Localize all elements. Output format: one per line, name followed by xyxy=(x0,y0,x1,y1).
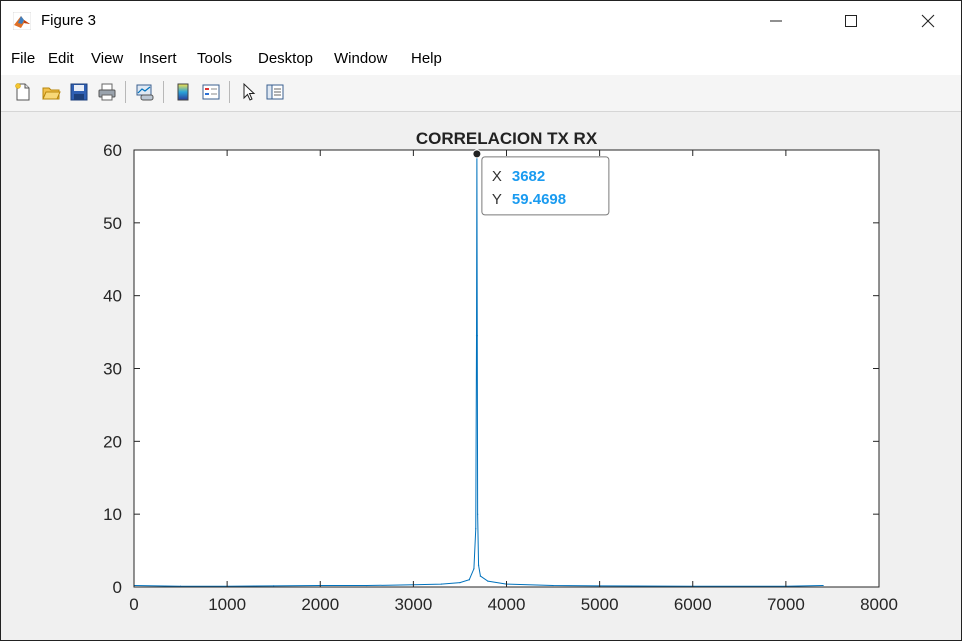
plot-canvas[interactable]: 0 1000 2000 3000 4000 5000 6000 7000 8000 0 10 20 30… xyxy=(1,112,961,640)
y-tick-label: 60 xyxy=(103,141,122,160)
insert-legend-icon xyxy=(202,84,220,100)
data-point xyxy=(273,585,275,587)
data-point xyxy=(552,584,554,587)
data-tip[interactable]: X 3682 Y 59.4698 xyxy=(472,149,610,216)
figure-toolbar xyxy=(1,75,961,112)
edit-plot-arrow-icon xyxy=(243,82,256,101)
figure-canvas[interactable]: 0 1000 2000 3000 4000 5000 6000 7000 8000 0 10 20 30… xyxy=(1,112,961,640)
x-tick-label: 5000 xyxy=(581,595,619,614)
x-tick-label: 3000 xyxy=(394,595,432,614)
x-tick-label: 7000 xyxy=(767,595,805,614)
open-file-icon xyxy=(42,87,61,100)
menu-desktop[interactable]: Desktop xyxy=(258,50,313,67)
property-inspector-button[interactable] xyxy=(263,80,287,104)
insert-legend-button[interactable] xyxy=(199,80,223,104)
y-tick-label: 20 xyxy=(103,432,122,451)
axes-background[interactable] xyxy=(134,150,879,587)
minimize-icon xyxy=(770,20,782,22)
maximize-icon xyxy=(845,15,857,27)
data-point xyxy=(475,528,477,530)
data-point xyxy=(477,513,479,515)
y-tick-label: 40 xyxy=(103,287,122,306)
data-point xyxy=(487,580,489,582)
x-tick-label: 4000 xyxy=(488,595,526,614)
data-tip-y-label: Y xyxy=(492,191,502,208)
menu-edit[interactable]: Edit xyxy=(48,50,74,67)
menu-insert[interactable]: Insert xyxy=(139,50,177,67)
data-point xyxy=(479,575,482,577)
save-icon xyxy=(70,83,88,101)
new-figure-button[interactable] xyxy=(11,80,35,104)
y-tick-label: 0 xyxy=(113,578,122,597)
menu-window[interactable]: Window xyxy=(334,50,387,67)
data-point xyxy=(468,579,470,581)
data-point xyxy=(473,568,475,570)
print-icon xyxy=(98,83,116,101)
link-plot-icon xyxy=(136,84,154,101)
data-tip-x-value: 3682 xyxy=(512,168,545,185)
y-tick-label: 30 xyxy=(103,360,122,379)
insert-colorbar-button[interactable] xyxy=(171,80,195,104)
maximize-button[interactable] xyxy=(828,1,874,41)
data-point xyxy=(476,335,478,337)
link-plot-button[interactable] xyxy=(133,80,157,104)
property-inspector-icon xyxy=(266,84,284,100)
x-tick-label: 8000 xyxy=(860,595,898,614)
menu-bar: File Edit View Insert Tools Desktop Wind… xyxy=(1,41,961,113)
data-point xyxy=(477,564,480,566)
save-button[interactable] xyxy=(67,80,91,104)
x-tick-label: 1000 xyxy=(208,595,246,614)
new-figure-icon xyxy=(15,83,30,101)
y-tick-label: 10 xyxy=(103,505,122,524)
data-tip-x-label: X xyxy=(492,168,502,185)
figure-window: Figure 3 File Edit View Insert Tools Des… xyxy=(0,0,962,641)
matlab-logo-icon xyxy=(13,12,31,30)
data-point xyxy=(440,583,442,585)
data-point xyxy=(822,584,824,587)
minimize-button[interactable] xyxy=(753,1,799,41)
menu-view[interactable]: View xyxy=(91,50,123,67)
data-point xyxy=(459,582,461,584)
toolbar-separator xyxy=(163,81,164,103)
close-icon xyxy=(921,14,935,28)
print-button[interactable] xyxy=(95,80,119,104)
close-button[interactable] xyxy=(905,1,951,41)
window-title: Figure 3 xyxy=(41,12,97,29)
insert-colorbar-icon xyxy=(177,83,189,101)
data-point xyxy=(366,584,368,587)
data-tip-y-value: 59.4698 xyxy=(512,191,566,208)
menu-help[interactable]: Help xyxy=(411,50,442,67)
toolbar-separator xyxy=(229,81,230,103)
menu-tools[interactable]: Tools xyxy=(197,50,232,67)
menu-file[interactable]: File xyxy=(11,50,35,67)
x-tick-label: 0 xyxy=(129,595,138,614)
data-tip-marker[interactable] xyxy=(472,149,482,159)
chart-title: CORRELACION TX RX xyxy=(416,129,598,148)
open-file-button[interactable] xyxy=(39,80,63,104)
title-bar[interactable]: Figure 3 xyxy=(1,1,961,41)
x-tick-label: 6000 xyxy=(674,595,712,614)
edit-plot-button[interactable] xyxy=(237,80,261,104)
y-tick-label: 50 xyxy=(103,214,122,233)
x-tick-label: 2000 xyxy=(301,595,339,614)
toolbar-separator xyxy=(125,81,126,103)
